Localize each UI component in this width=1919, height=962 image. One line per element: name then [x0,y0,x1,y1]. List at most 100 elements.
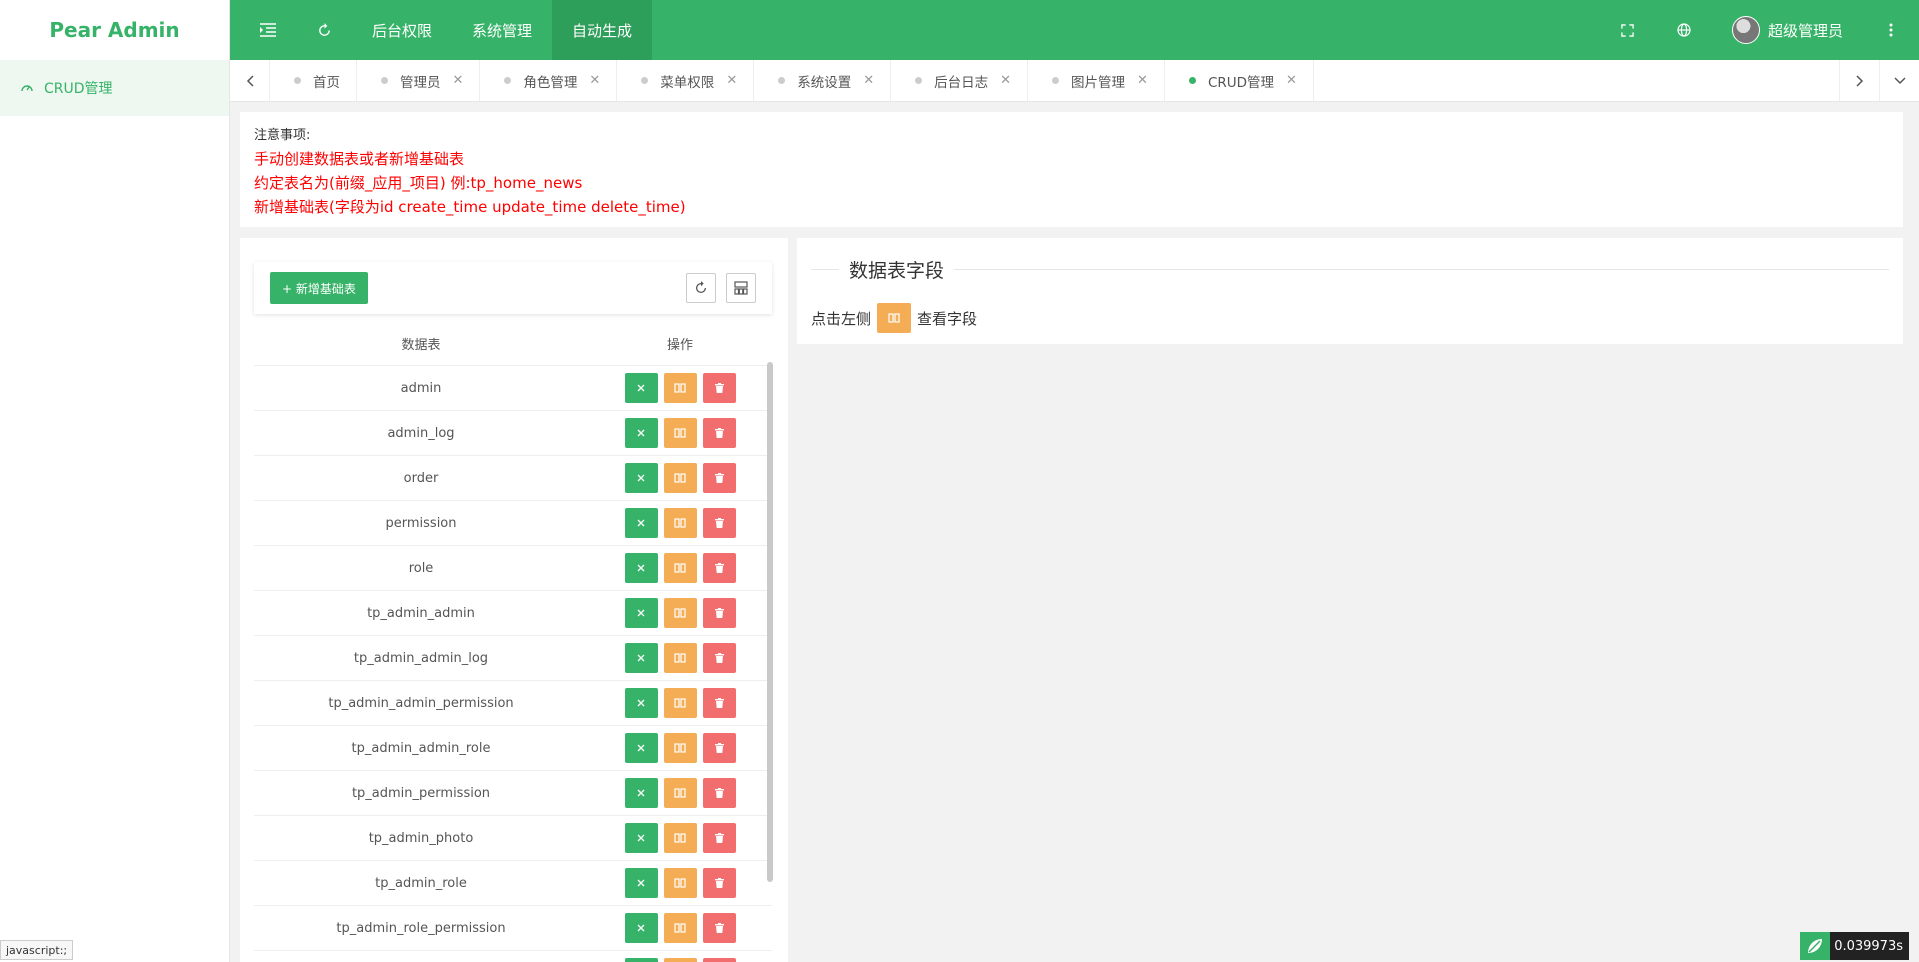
tab-scroll-right-button[interactable] [1839,60,1879,101]
close-icon[interactable]: ✕ [863,73,874,88]
view-fields-button[interactable] [663,958,697,962]
refresh-icon[interactable] [296,0,352,60]
table-scrollbar[interactable] [767,362,773,882]
sidebar-item-crud[interactable]: CRUD管理 [0,60,229,116]
generate-crud-button[interactable] [624,508,658,538]
tab-item[interactable]: 系统设置 ✕ [754,60,892,101]
row-actions [588,868,772,898]
globe-icon[interactable] [1656,0,1712,60]
delete-table-button[interactable] [702,913,736,943]
delete-table-button[interactable] [702,598,736,628]
debug-timer[interactable]: 0.039973s [1800,932,1909,960]
fullscreen-icon[interactable] [1600,0,1656,60]
delete-table-button[interactable] [702,508,736,538]
trash-icon [714,878,724,888]
refresh-icon [695,281,707,294]
tab-item[interactable]: 角色管理 ✕ [480,60,618,101]
generate-crud-button[interactable] [624,688,658,718]
notice-line: 手动创建数据表或者新增基础表 [254,150,465,168]
nav-system-management[interactable]: 系统管理 [452,0,552,60]
delete-table-button[interactable] [702,418,736,448]
generate-crud-button[interactable] [624,598,658,628]
delete-table-button[interactable] [702,373,736,403]
tab-item[interactable]: 首页 [270,60,357,101]
tab-dropdown-button[interactable] [1879,60,1919,101]
view-fields-button[interactable] [663,733,697,763]
delete-table-button[interactable] [702,643,736,673]
wrench-icon [636,518,646,528]
nav-auto-generate[interactable]: 自动生成 [552,0,653,60]
tab-item[interactable]: 管理员 ✕ [357,60,481,101]
tab-item[interactable]: 菜单权限 ✕ [617,60,755,101]
tab-scroll-left-button[interactable] [230,60,270,101]
table-row: tp_admin_admin_role [254,726,772,771]
app-logo[interactable]: Pear Admin [0,0,229,60]
columns-filter-button[interactable] [726,273,756,303]
generate-crud-button[interactable] [624,373,658,403]
table-name-cell: tp_admin_role [375,875,467,891]
view-fields-button[interactable] [663,373,697,403]
view-fields-button[interactable] [663,823,697,853]
view-fields-button[interactable] [663,463,697,493]
delete-table-button[interactable] [702,463,736,493]
generate-crud-button[interactable] [624,868,658,898]
columns-icon [674,653,686,663]
user-menu[interactable]: 超级管理员 [1712,0,1863,60]
user-name: 超级管理员 [1767,21,1843,40]
view-fields-button[interactable] [663,598,697,628]
delete-table-button[interactable] [702,733,736,763]
close-icon[interactable]: ✕ [1286,73,1297,88]
generate-crud-button[interactable] [624,778,658,808]
table-row: role [254,546,772,591]
generate-crud-button[interactable] [624,958,658,962]
more-vertical-icon[interactable] [1863,0,1919,60]
generate-crud-button[interactable] [624,553,658,583]
columns-icon [674,923,686,933]
close-icon[interactable]: ✕ [453,73,464,88]
tab-item[interactable]: 图片管理 ✕ [1028,60,1165,101]
close-icon[interactable]: ✕ [726,73,737,88]
close-icon[interactable]: ✕ [1137,73,1148,88]
notice-panel: 注意事项: 手动创建数据表或者新增基础表 约定表名为(前缀_应用_项目) 例:t… [240,112,1903,227]
delete-table-button[interactable] [702,868,736,898]
view-fields-button[interactable] [663,778,697,808]
add-base-table-button[interactable]: + 新增基础表 [270,272,368,304]
menu-collapse-icon[interactable] [240,0,296,60]
tab-dot [778,77,786,84]
delete-table-button[interactable] [702,778,736,808]
wrench-icon [636,428,646,438]
view-fields-button[interactable] [663,688,697,718]
generate-crud-button[interactable] [624,643,658,673]
view-fields-button[interactable] [663,643,697,673]
view-fields-button[interactable] [663,553,697,583]
refresh-table-button[interactable] [686,273,716,303]
close-icon[interactable]: ✕ [1000,73,1011,88]
table-list-card: + 新增基础表 数据表 操作 admin admin_log order permis… [240,238,788,962]
close-icon[interactable]: ✕ [589,73,600,88]
tab-item[interactable]: CRUD管理 ✕ [1165,60,1314,101]
row-actions [588,688,772,718]
fields-title: 数据表字段 [849,259,945,282]
table-row: order [254,456,772,501]
delete-table-button[interactable] [702,958,736,962]
generate-crud-button[interactable] [624,823,658,853]
view-fields-button[interactable] [663,508,697,538]
columns-icon [888,313,900,323]
nav-backend-permission[interactable]: 后台权限 [352,0,452,60]
hint-before: 点击左侧 [811,309,872,328]
view-fields-button[interactable] [663,913,697,943]
generate-crud-button[interactable] [624,733,658,763]
view-fields-button[interactable] [663,418,697,448]
generate-crud-button[interactable] [624,913,658,943]
generate-crud-button[interactable] [624,418,658,448]
chevron-right-icon [1855,74,1863,87]
view-fields-button[interactable] [663,868,697,898]
tab-item[interactable]: 后台日志 ✕ [891,60,1029,101]
row-actions [588,373,772,403]
delete-table-button[interactable] [702,688,736,718]
delete-table-button[interactable] [702,823,736,853]
table-name-cell: tp_admin_admin [367,605,475,621]
tab-dot [294,77,301,84]
generate-crud-button[interactable] [624,463,658,493]
delete-table-button[interactable] [702,553,736,583]
